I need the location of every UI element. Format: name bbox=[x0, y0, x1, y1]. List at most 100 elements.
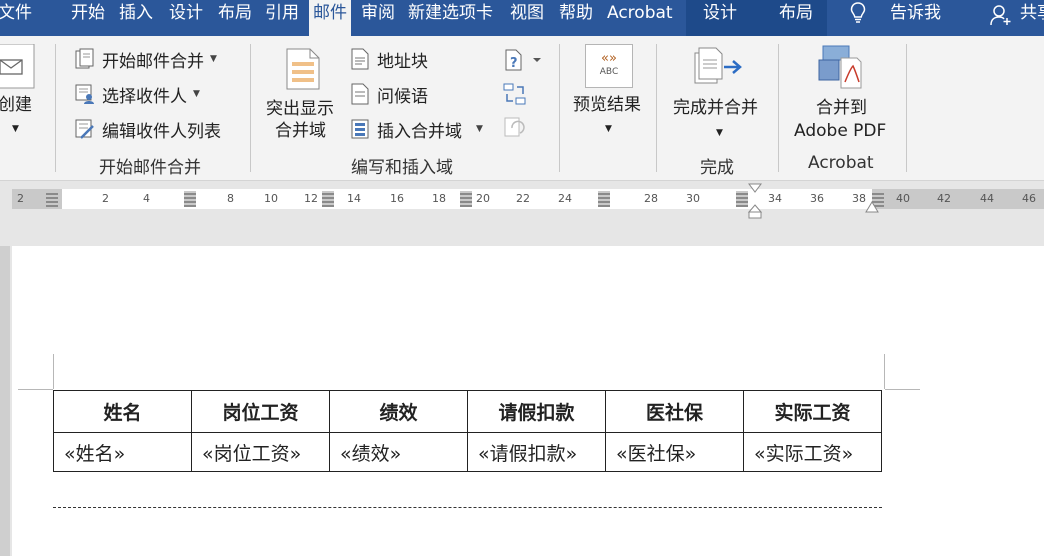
finish-dropdown-caret[interactable]: ▼ bbox=[716, 122, 723, 144]
share-button[interactable]: 共享 bbox=[1020, 0, 1044, 26]
merge-table[interactable]: 姓名 岗位工资 绩效 请假扣款 医社保 实际工资 «姓名» «岗位工资» «绩效… bbox=[53, 390, 882, 472]
merge-to-pdf-icon[interactable] bbox=[817, 44, 863, 90]
merge-field-cell[interactable]: «绩效» bbox=[329, 432, 468, 472]
group-separator bbox=[55, 44, 56, 172]
tab-insert[interactable]: 插入 bbox=[119, 0, 153, 26]
tab-design[interactable]: 设计 bbox=[169, 0, 203, 26]
tab-mailings[interactable]: 邮件 bbox=[309, 0, 351, 36]
lightbulb-icon[interactable] bbox=[850, 2, 866, 24]
preview-dropdown-caret[interactable]: ▼ bbox=[605, 118, 612, 140]
table-header-row: 姓名 岗位工资 绩效 请假扣款 医社保 实际工资 bbox=[53, 390, 882, 433]
crop-mark bbox=[53, 354, 54, 389]
merge-field-cell[interactable]: «请假扣款» bbox=[467, 432, 606, 472]
group-separator bbox=[906, 44, 907, 172]
edit-recipient-list-label: 编辑收件人列表 bbox=[102, 121, 221, 142]
horizontal-ruler[interactable]: 2 2 4 8 10 12 14 16 18 20 22 24 28 30 34… bbox=[0, 181, 1044, 219]
merge-field-cell[interactable]: «岗位工资» bbox=[191, 432, 330, 472]
address-block-label: 地址块 bbox=[377, 51, 428, 72]
update-labels-icon[interactable] bbox=[502, 116, 528, 140]
indent-markers-icon[interactable] bbox=[748, 183, 762, 219]
highlight-merge-fields-label-2[interactable]: 合并域 bbox=[275, 120, 326, 142]
insert-field-icon bbox=[351, 119, 369, 139]
greeting-line-label: 问候语 bbox=[377, 86, 428, 107]
highlight-merge-fields-label-1[interactable]: 突出显示 bbox=[266, 98, 334, 120]
tab-layout[interactable]: 布局 bbox=[218, 0, 252, 26]
insert-merge-field-button[interactable]: 插入合并域 ▼ bbox=[350, 117, 483, 142]
svg-text:?: ? bbox=[510, 56, 518, 71]
select-recipients-label: 选择收件人 bbox=[102, 86, 187, 107]
finish-merge-button[interactable]: 完成并合并 bbox=[673, 97, 758, 119]
column-marker[interactable] bbox=[460, 191, 472, 207]
merge-to-adobe-pdf-label-1[interactable]: 合并到 bbox=[816, 97, 867, 119]
tab-view[interactable]: 视图 bbox=[510, 0, 544, 26]
insert-merge-field-label: 插入合并域 bbox=[377, 121, 462, 142]
tab-new-tab[interactable]: 新建选项卡 bbox=[408, 0, 493, 26]
table-header-cell[interactable]: 请假扣款 bbox=[467, 390, 606, 433]
table-header-cell[interactable]: 实际工资 bbox=[743, 390, 882, 433]
tab-help[interactable]: 帮助 bbox=[559, 0, 593, 26]
crop-mark bbox=[884, 354, 885, 389]
menu-tab-bar: 文件 开始 插入 设计 布局 引用 邮件 审阅 新建选项卡 视图 帮助 Acro… bbox=[0, 0, 1044, 36]
column-marker[interactable] bbox=[184, 191, 196, 207]
edit-recipient-list-button[interactable]: 编辑收件人列表 bbox=[75, 117, 221, 142]
merge-field-cell[interactable]: «实际工资» bbox=[743, 432, 882, 472]
preview-results-icon[interactable]: «» ABC bbox=[585, 44, 633, 88]
preview-abc-text: ABC bbox=[599, 67, 619, 77]
table-header-cell[interactable]: 姓名 bbox=[53, 390, 192, 433]
tab-file[interactable]: 文件 bbox=[0, 0, 32, 26]
group-separator bbox=[559, 44, 560, 172]
chevron-down-icon: ▼ bbox=[193, 89, 200, 99]
table-header-cell[interactable]: 岗位工资 bbox=[191, 390, 330, 433]
chevron-down-icon: ▼ bbox=[476, 124, 483, 134]
document-merge-icon bbox=[75, 48, 94, 69]
select-recipients-button[interactable]: 选择收件人 ▼ bbox=[75, 82, 200, 107]
merge-field-cell[interactable]: «医社保» bbox=[605, 432, 744, 472]
merge-field-cell[interactable]: «姓名» bbox=[53, 432, 192, 472]
tab-references[interactable]: 引用 bbox=[265, 0, 299, 26]
right-indent-marker-icon[interactable] bbox=[865, 200, 879, 214]
tab-acrobat[interactable]: Acrobat bbox=[607, 0, 673, 26]
finish-merge-icon[interactable] bbox=[694, 47, 742, 89]
envelope-create-icon[interactable] bbox=[0, 44, 40, 90]
group-separator bbox=[250, 44, 251, 172]
highlight-fields-icon[interactable] bbox=[286, 48, 320, 90]
tab-table-design[interactable]: 设计 bbox=[703, 0, 737, 26]
table-header-cell[interactable]: 绩效 bbox=[329, 390, 468, 433]
rules-icon[interactable]: ? bbox=[504, 49, 542, 71]
ruler-number: 4 bbox=[143, 192, 150, 205]
table-header-cell[interactable]: 医社保 bbox=[605, 390, 744, 433]
tab-home[interactable]: 开始 bbox=[71, 0, 105, 26]
column-marker[interactable] bbox=[736, 191, 748, 207]
merge-to-adobe-pdf-label-2[interactable]: Adobe PDF bbox=[794, 120, 886, 142]
group-label-finish: 完成 bbox=[700, 158, 734, 178]
match-fields-icon[interactable] bbox=[502, 82, 528, 106]
ruler-number: 30 bbox=[686, 192, 700, 205]
ruler-number: 40 bbox=[896, 192, 910, 205]
edit-list-icon bbox=[75, 119, 94, 139]
group-label-start-mail-merge: 开始邮件合并 bbox=[99, 158, 201, 178]
preview-results-button[interactable]: 预览结果 bbox=[573, 94, 641, 116]
column-marker[interactable] bbox=[322, 191, 334, 207]
ruler-number: 42 bbox=[937, 192, 951, 205]
start-mail-merge-button[interactable]: 开始邮件合并 ▼ bbox=[75, 47, 217, 72]
address-block-button[interactable]: 地址块 bbox=[350, 47, 428, 72]
tell-me-search[interactable]: 告诉我 bbox=[890, 0, 941, 26]
ruler-number: 20 bbox=[476, 192, 490, 205]
column-marker[interactable] bbox=[598, 191, 610, 207]
ruler-number: 12 bbox=[304, 192, 318, 205]
ribbon: 创建 ▼ 开始邮件合并 ▼ 选择收件人 ▼ 编辑收件人列表 开始邮件合并 突出显… bbox=[0, 36, 1044, 181]
chevron-down-icon: ▼ bbox=[210, 54, 217, 64]
ruler-number: 24 bbox=[558, 192, 572, 205]
greeting-line-button[interactable]: 问候语 bbox=[350, 82, 428, 107]
ruler-number: 14 bbox=[347, 192, 361, 205]
table-row: «姓名» «岗位工资» «绩效» «请假扣款» «医社保» «实际工资» bbox=[53, 432, 882, 472]
tab-review[interactable]: 审阅 bbox=[361, 0, 395, 26]
create-button[interactable]: 创建 bbox=[0, 94, 32, 116]
create-dropdown-caret[interactable]: ▼ bbox=[12, 118, 19, 140]
column-marker[interactable] bbox=[46, 191, 58, 207]
ruler-strip: 2 2 4 8 10 12 14 16 18 20 22 24 28 30 34… bbox=[12, 189, 1044, 209]
tab-table-layout[interactable]: 布局 bbox=[779, 0, 813, 26]
share-person-icon[interactable] bbox=[990, 4, 1012, 26]
ruler-number: 38 bbox=[852, 192, 866, 205]
crop-mark bbox=[18, 389, 53, 390]
